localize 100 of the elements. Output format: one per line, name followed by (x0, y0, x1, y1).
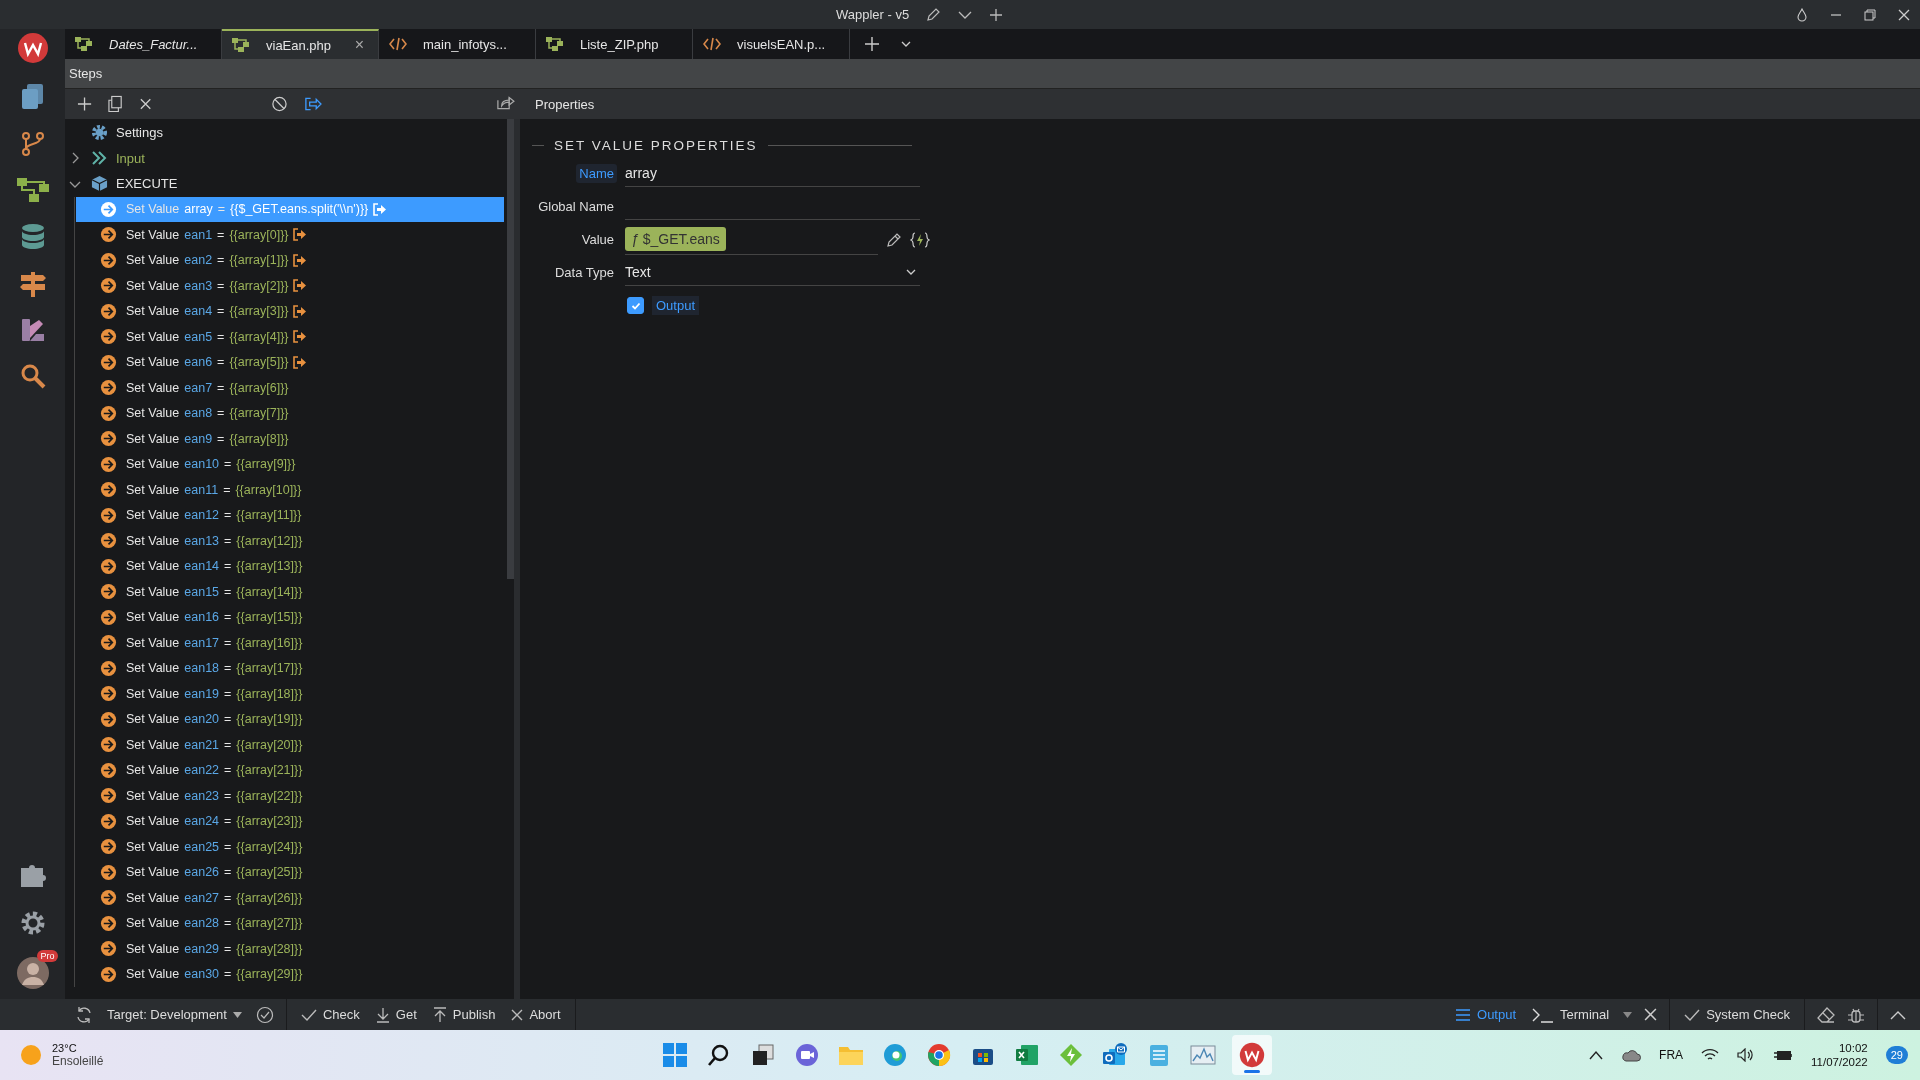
output-icon[interactable] (304, 96, 323, 112)
drop-icon[interactable] (1796, 7, 1808, 22)
tree-item[interactable]: Set Value ean5 = {{array[4]}} (76, 324, 504, 350)
task-view-icon (751, 1043, 775, 1067)
tree-item[interactable]: Set Value ean1 = {{array[0]}} (76, 222, 504, 248)
check-icon (1684, 1007, 1701, 1022)
checkbox-label[interactable]: Output (652, 296, 700, 315)
arrow-circle-icon (100, 251, 117, 269)
tree-item[interactable]: Set Value ean19 = {{array[18]}} (76, 681, 504, 707)
plus-icon[interactable] (989, 7, 1004, 22)
chevron-up-icon[interactable] (1589, 1050, 1604, 1060)
tree-item[interactable]: Set Value ean8 = {{array[7]}} (76, 400, 504, 426)
eraser-icon[interactable] (1817, 1006, 1835, 1023)
tree-item[interactable]: Input (116, 150, 145, 166)
cube-icon (91, 175, 108, 193)
check-icon (300, 1007, 317, 1022)
tree-item[interactable]: Set Value ean26 = {{array[25]}} (76, 859, 504, 885)
pencil-icon[interactable] (925, 6, 942, 23)
add-icon[interactable] (77, 96, 93, 112)
tree-item[interactable]: Set Value ean18 = {{array[17]}} (76, 655, 504, 681)
select-field[interactable]: Text (625, 259, 920, 286)
file-tab[interactable]: viaEan.php × (222, 29, 379, 59)
caret-down-icon[interactable] (1623, 1011, 1633, 1018)
chat-icon (795, 1043, 819, 1067)
arrow-circle-icon (100, 634, 117, 652)
tree-item[interactable]: Set Value ean25 = {{array[24]}} (76, 834, 504, 860)
tree-item[interactable]: Set Value ean28 = {{array[27]}} (76, 910, 504, 936)
restore-icon[interactable] (1864, 8, 1876, 21)
tree-item[interactable]: Set Value ean9 = {{array[8]}} (76, 426, 504, 452)
speaker-icon[interactable] (1737, 1048, 1756, 1062)
tree-item[interactable]: Set Value ean12 = {{array[11]}} (76, 502, 504, 528)
tree-item[interactable]: Set Value ean29 = {{array[28]}} (76, 936, 504, 962)
cloud-icon[interactable] (1621, 1048, 1642, 1062)
tree-item[interactable]: Set Value ean11 = {{array[10]}} (76, 477, 504, 503)
arrow-circle-icon (100, 226, 117, 244)
panel-tab[interactable]: Output (1453, 1007, 1519, 1022)
dynamic-data-icon[interactable] (910, 231, 930, 248)
app-logo-icon[interactable] (16, 32, 49, 64)
status-action-button[interactable]: Publish (430, 1006, 498, 1023)
window-title: Wappler - v5 (836, 7, 910, 22)
tree-item[interactable]: Set Value ean30 = {{array[29]}} (76, 961, 504, 987)
battery-icon[interactable] (1773, 1048, 1794, 1062)
arrow-circle-icon (100, 787, 117, 805)
pencil-icon[interactable] (886, 231, 902, 248)
tree-item[interactable]: Set Value ean20 = {{array[19]}} (76, 706, 504, 732)
tree-item[interactable]: Set Value ean21 = {{array[20]}} (76, 732, 504, 758)
arrow-circle-icon (100, 200, 117, 218)
status-action-button[interactable]: Abort (509, 1007, 563, 1022)
tree-item[interactable]: Set Value ean17 = {{array[16]}} (76, 630, 504, 656)
target-dropdown[interactable]: Target: Development (105, 1007, 244, 1022)
tab-close-button[interactable]: × (354, 36, 364, 54)
weather-text: Ensoleillé (52, 1054, 104, 1068)
scrollbar-thumb[interactable] (507, 119, 514, 579)
expression-field[interactable]: ƒ $_GET.eans (625, 224, 878, 255)
delete-icon[interactable] (139, 97, 153, 111)
tree-item[interactable]: Settings (116, 125, 163, 141)
disable-icon[interactable] (271, 95, 288, 113)
tree-item[interactable]: Set Value ean13 = {{array[12]}} (76, 528, 504, 554)
status-action-button[interactable]: Get (373, 1006, 419, 1023)
arrow-circle-icon (100, 914, 117, 932)
wifi-icon[interactable] (1701, 1048, 1720, 1062)
input-field[interactable]: array (625, 160, 920, 187)
arrow-circle-icon (100, 889, 117, 907)
tree-item[interactable]: Set Value ean15 = {{array[14]}} (76, 579, 504, 605)
tree-item[interactable]: Set Value ean24 = {{array[23]}} (76, 808, 504, 834)
tree-item[interactable]: Set Value ean14 = {{array[13]}} (76, 553, 504, 579)
language-indicator[interactable]: FRA (1659, 1048, 1684, 1062)
flow-icon[interactable] (14, 176, 51, 204)
tree-item[interactable]: EXECUTE (116, 176, 178, 192)
plus-icon[interactable] (864, 36, 880, 52)
arrow-circle-icon (100, 557, 117, 575)
tree-item[interactable]: Set Value ean6 = {{array[5]}} (76, 349, 504, 375)
tree-item[interactable]: Set Value ean7 = {{array[6]}} (76, 375, 504, 401)
chart-icon (1190, 1044, 1216, 1066)
tree-item[interactable]: Set Value ean2 = {{array[1]}} (76, 247, 504, 273)
clock[interactable]: 10:02 11/07/2022 (1811, 1042, 1868, 1068)
bolt-icon (1059, 1043, 1083, 1067)
date-text: 11/07/2022 (1811, 1056, 1868, 1068)
check-circle-icon[interactable] (255, 1005, 274, 1024)
time-text: 10:02 (1838, 1042, 1868, 1054)
arrow-circle-icon (100, 379, 117, 397)
tree-item[interactable]: Set Value ean27 = {{array[26]}} (76, 885, 504, 911)
refresh-icon[interactable] (75, 1005, 93, 1024)
panel-tab[interactable]: Terminal (1530, 1006, 1612, 1023)
arrow-circle-icon (100, 404, 117, 422)
tree-item[interactable]: Set Value ean23 = {{array[22]}} (76, 783, 504, 809)
system-check-button[interactable]: System Check (1682, 1007, 1792, 1022)
checkbox[interactable] (627, 297, 644, 314)
tree-item[interactable]: Set Value ean3 = {{array[2]}} (76, 273, 504, 299)
status-action-button[interactable]: Check (298, 1007, 362, 1022)
copy-icon[interactable] (108, 95, 124, 113)
tree-item[interactable]: Set Value ean4 = {{array[3]}} (76, 298, 504, 324)
notification-badge[interactable]: 29 (1885, 1046, 1908, 1064)
tree-item[interactable]: Set Value ean16 = {{array[15]}} (76, 604, 504, 630)
close-icon[interactable] (1644, 1008, 1658, 1021)
expression-chip[interactable]: ƒ $_GET.eans (625, 227, 726, 251)
close-icon[interactable] (1898, 8, 1910, 21)
browser-icon (883, 1043, 907, 1067)
tree-item[interactable]: Set Value ean22 = {{array[21]}} (76, 757, 504, 783)
tree-item[interactable]: Set Value ean10 = {{array[9]}} (76, 451, 504, 477)
